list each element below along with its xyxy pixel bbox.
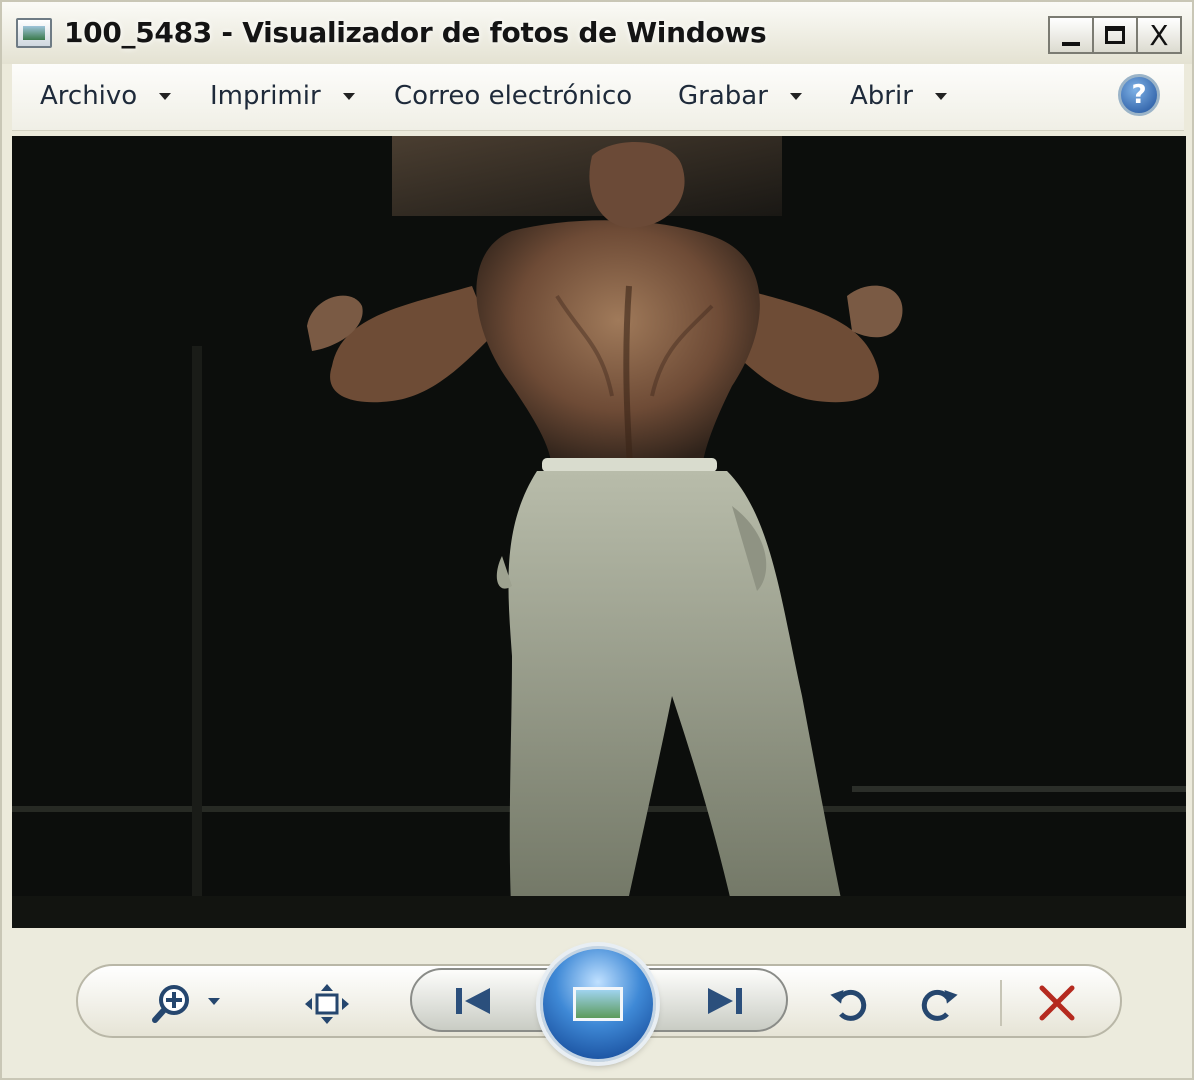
- app-icon: [16, 18, 52, 48]
- menu-correo-label: Correo electrónico: [394, 81, 633, 111]
- previous-icon: [456, 988, 490, 1014]
- rotate-counterclockwise-icon: [830, 989, 867, 1021]
- rotate-clockwise-button[interactable]: [912, 982, 962, 1026]
- bottom-toolbar: [2, 930, 1192, 1078]
- chevron-down-icon: [789, 92, 802, 100]
- chevron-down-icon: [342, 92, 355, 100]
- menu-abrir-label: Abrir: [850, 81, 913, 111]
- delete-icon: [1039, 985, 1075, 1021]
- menu-abrir[interactable]: Abrir: [850, 78, 947, 114]
- rotate-clockwise-icon: [921, 989, 958, 1021]
- chevron-down-icon: [934, 92, 947, 100]
- menu-correo-electronico[interactable]: Correo electrónico: [394, 78, 632, 114]
- menu-imprimir[interactable]: Imprimir: [210, 78, 355, 114]
- menu-grabar[interactable]: Grabar: [678, 78, 802, 114]
- menu-archivo-label: Archivo: [40, 81, 138, 111]
- minimize-icon: [1062, 42, 1080, 46]
- photo-display[interactable]: [12, 136, 1186, 928]
- chevron-down-icon: [159, 92, 172, 100]
- next-button[interactable]: [694, 982, 754, 1020]
- zoom-icon: [152, 985, 220, 1023]
- help-icon[interactable]: ?: [1118, 74, 1160, 116]
- delete-button[interactable]: [1032, 980, 1082, 1026]
- minimize-button[interactable]: [1048, 16, 1094, 54]
- window-controls: X: [1048, 16, 1182, 54]
- toolbar-separator: [1000, 980, 1002, 1026]
- next-icon: [708, 988, 742, 1014]
- actual-size-icon: [305, 984, 349, 1024]
- window-title: 100_5483 - Visualizador de fotos de Wind…: [64, 16, 767, 49]
- menu-grabar-label: Grabar: [678, 81, 768, 111]
- rotate-counterclockwise-button[interactable]: [826, 982, 876, 1026]
- photo-image: [12, 136, 1186, 928]
- photo-viewer-window: 100_5483 - Visualizador de fotos de Wind…: [0, 0, 1194, 1080]
- maximize-button[interactable]: [1092, 16, 1138, 54]
- actual-size-button[interactable]: [302, 982, 352, 1026]
- close-button[interactable]: X: [1136, 16, 1182, 54]
- slideshow-button[interactable]: [540, 946, 656, 1062]
- menu-bar: Archivo Imprimir Correo electrónico Grab…: [12, 64, 1184, 131]
- menu-imprimir-label: Imprimir: [210, 81, 321, 111]
- slideshow-icon: [573, 987, 623, 1021]
- previous-button[interactable]: [444, 982, 504, 1020]
- maximize-icon: [1105, 26, 1125, 44]
- zoom-button[interactable]: [150, 982, 230, 1026]
- title-bar[interactable]: 100_5483 - Visualizador de fotos de Wind…: [2, 2, 1192, 64]
- close-icon: X: [1149, 18, 1169, 52]
- menu-archivo[interactable]: Archivo: [40, 78, 172, 114]
